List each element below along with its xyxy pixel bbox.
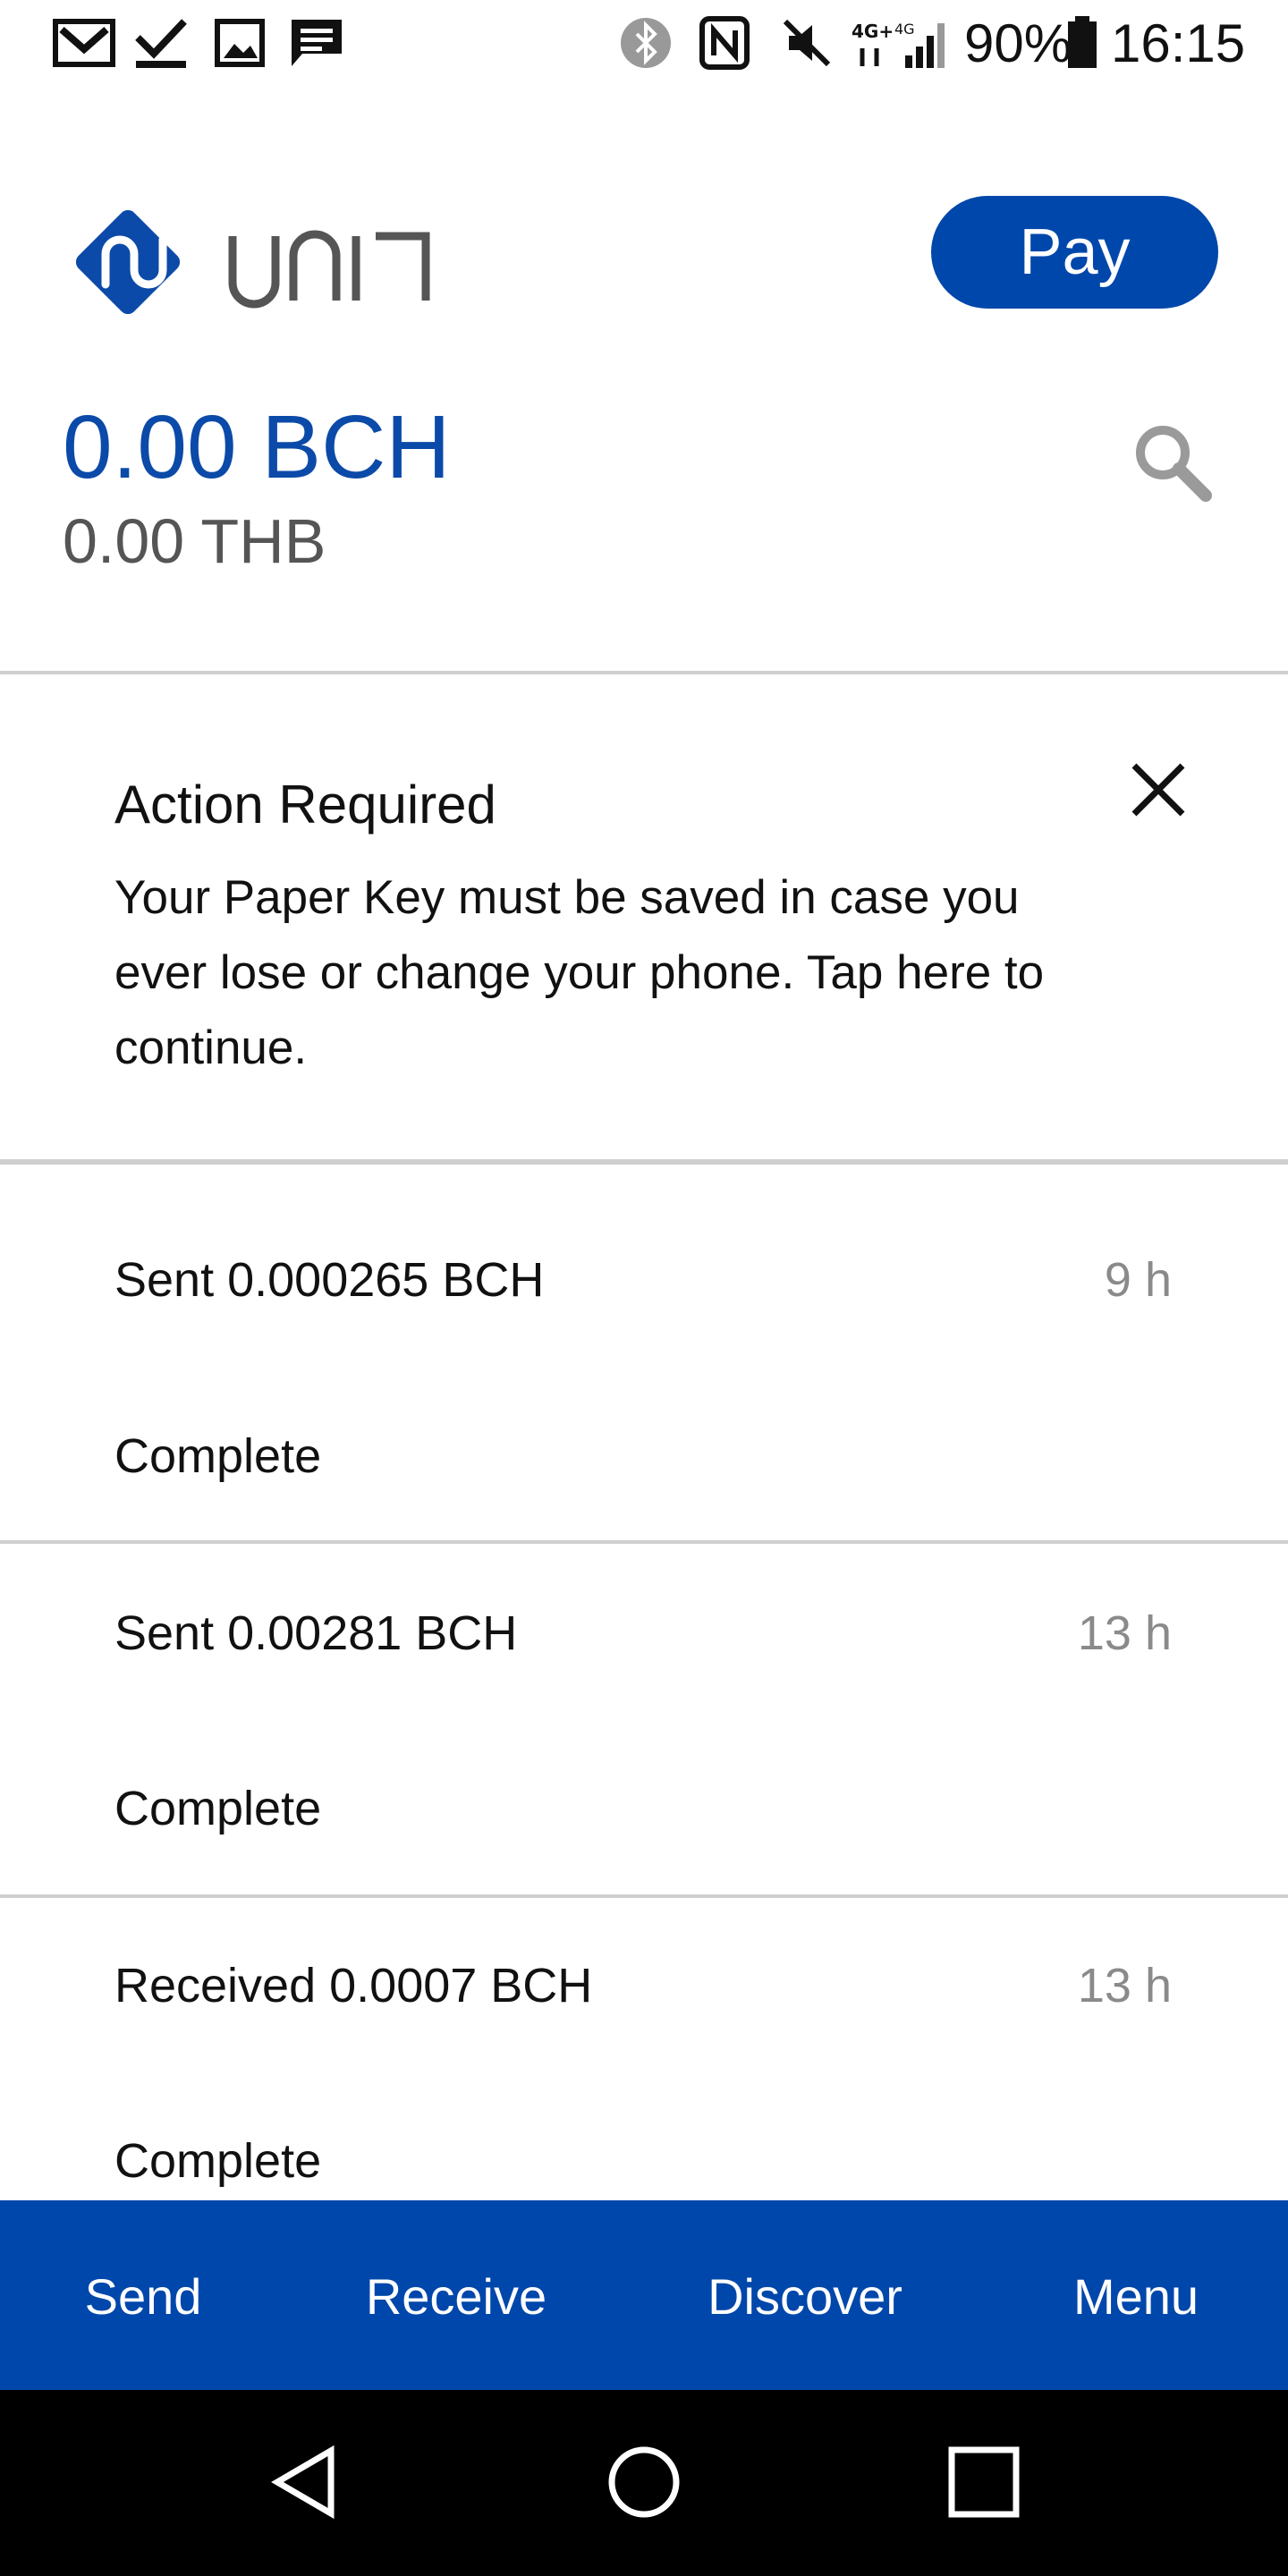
battery-icon xyxy=(1064,16,1100,70)
network-label: 4G+ xyxy=(852,21,894,42)
check-icon xyxy=(131,16,191,70)
recents-icon[interactable] xyxy=(930,2433,1038,2531)
notice-title: Action Required xyxy=(114,775,496,835)
tab-discover[interactable]: Discover xyxy=(698,2254,912,2340)
bluetooth-icon xyxy=(617,16,674,70)
header-divider xyxy=(0,671,1288,674)
tab-menu[interactable]: Menu xyxy=(1046,2254,1225,2340)
clock: 16:15 xyxy=(1111,13,1246,73)
image-icon xyxy=(211,16,268,70)
close-icon[interactable] xyxy=(1127,758,1190,821)
notice-body-line: Your Paper Key must be saved in case you xyxy=(114,871,1020,924)
back-icon[interactable] xyxy=(250,2433,358,2531)
transaction-status: Complete xyxy=(114,1429,322,1483)
transaction-status: Complete xyxy=(114,1782,322,1835)
transaction-time: 13 h xyxy=(1077,1606,1172,1660)
tab-receive[interactable]: Receive xyxy=(358,2254,555,2340)
status-bar: 4G+ 4G 90% 16:15 xyxy=(0,0,1288,89)
notice-body-line: ever lose or change your phone. Tap here… xyxy=(114,946,1045,999)
notice-body-line: continue. xyxy=(114,1021,308,1074)
transaction-status: Complete xyxy=(114,2134,322,2188)
message-icon xyxy=(288,16,345,70)
mute-icon xyxy=(780,16,834,70)
unit-logo-wordmark xyxy=(225,211,440,318)
balance-fiat[interactable]: 0.00 THB xyxy=(63,503,326,580)
notice-body: Your Paper Key must be saved in case you… xyxy=(114,860,1107,1086)
gmail-icon xyxy=(50,16,118,70)
transaction-title: Received 0.0007 BCH xyxy=(114,1959,593,2012)
transaction-title: Sent 0.00281 BCH xyxy=(114,1606,518,1660)
search-icon[interactable] xyxy=(1127,417,1216,506)
balance-crypto[interactable]: 0.00 BCH xyxy=(63,394,451,501)
transaction-time: 9 h xyxy=(1104,1253,1172,1307)
nfc-icon xyxy=(698,16,751,70)
transaction-time: 13 h xyxy=(1077,1959,1172,2012)
transaction-title: Sent 0.000265 BCH xyxy=(114,1253,545,1307)
home-icon[interactable] xyxy=(590,2433,698,2531)
tab-send[interactable]: Send xyxy=(54,2254,233,2340)
pay-button[interactable]: Pay xyxy=(931,196,1218,309)
signal-icon: 4G+ 4G xyxy=(850,16,948,70)
svg-text:4G: 4G xyxy=(894,21,915,38)
unit-logo-icon xyxy=(61,195,195,329)
battery-percent: 90% xyxy=(964,13,1072,73)
